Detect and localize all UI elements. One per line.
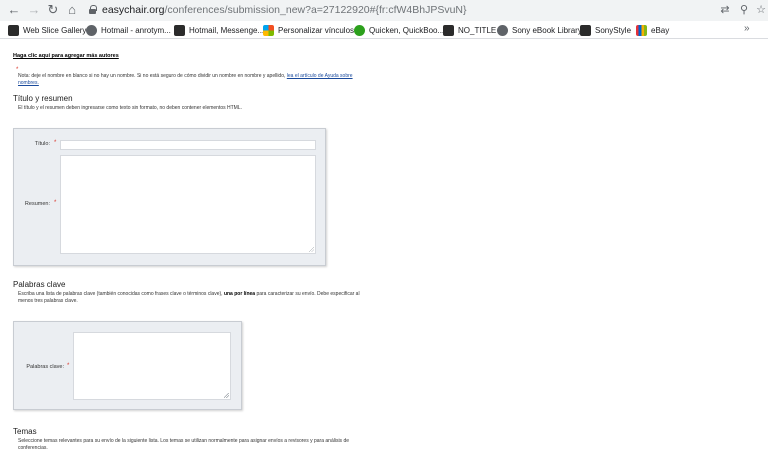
- add-more-authors-link[interactable]: Haga clic aquí para agregar más autores: [13, 53, 119, 59]
- lock-icon: [89, 5, 97, 14]
- more-bookmarks-icon[interactable]: »: [744, 23, 750, 34]
- bookmark-star-icon[interactable]: ☆: [754, 3, 768, 17]
- bookmark-label: eBay: [651, 25, 670, 35]
- resize-grip-icon[interactable]: [224, 393, 229, 398]
- translate-icon[interactable]: ⇄: [718, 3, 732, 17]
- ebay-icon: [636, 24, 647, 36]
- microsoft-icon: [263, 24, 274, 36]
- url-path: /conferences/submission_new?a=27122920#{…: [164, 4, 467, 16]
- note-text: Nota: deje el nombre en blanco si no hay…: [18, 73, 287, 79]
- forward-arrow-icon[interactable]: →: [26, 2, 42, 18]
- home-icon[interactable]: ⌂: [64, 2, 80, 18]
- title-label: Título:: [34, 141, 50, 147]
- bookmark-label: Hotmail, Messenge...: [189, 25, 265, 35]
- bookmark-label: Web Slice Gallery: [23, 25, 87, 35]
- bookmark-sonystyle[interactable]: SonyStyle: [580, 23, 631, 37]
- keywords-form: Palabras clave: *: [13, 321, 242, 410]
- abstract-required-mark: *: [54, 200, 57, 206]
- keywords-description: Escriba una lista de palabras clave (tam…: [18, 291, 368, 305]
- sony-icon: [580, 24, 591, 36]
- bookmark-label: NO_TITLE: [458, 25, 497, 35]
- bookmark-label: Personalizar vínculos: [278, 25, 355, 35]
- title-input[interactable]: [60, 140, 316, 150]
- bookmark-sony-ebook-library[interactable]: Sony eBook Library: [497, 23, 582, 37]
- keywords-required-mark: *: [67, 363, 70, 369]
- topics-heading: Temas: [13, 427, 37, 436]
- title-required-mark: *: [54, 140, 57, 146]
- title-abstract-heading: Título y resumen: [13, 94, 73, 103]
- bookmark-personalizar-vinculos[interactable]: Personalizar vínculos: [263, 23, 354, 37]
- title-abstract-form: Título: * Resumen: *: [13, 128, 326, 266]
- globe-icon: [86, 24, 97, 36]
- reload-icon[interactable]: ↻: [45, 2, 61, 18]
- bookmark-quicken[interactable]: Quicken, QuickBoo...: [354, 23, 444, 37]
- bookmark-ebay[interactable]: eBay: [636, 23, 669, 37]
- bookmark-no-title[interactable]: NO_TITLE: [443, 23, 496, 37]
- title-abstract-description: El título y el resumen deben ingresarse …: [18, 105, 243, 111]
- globe-icon: [497, 24, 508, 36]
- bookmark-label: Hotmail - anrotym...: [101, 25, 171, 35]
- submission-page: Haga clic aquí para agregar más autores …: [0, 40, 768, 466]
- keywords-textarea[interactable]: [73, 332, 231, 400]
- author-name-note: Nota: deje el nombre en blanco si no hay…: [18, 73, 368, 87]
- zoom-icon[interactable]: ⚲: [737, 3, 751, 17]
- keywords-label: Palabras clave:: [26, 364, 64, 370]
- bookmark-label: Quicken, QuickBoo...: [369, 25, 445, 35]
- keywords-heading: Palabras clave: [13, 280, 66, 289]
- bookmark-web-slice-gallery[interactable]: Web Slice Gallery: [8, 23, 86, 37]
- abstract-label: Resumen:: [24, 201, 50, 207]
- back-arrow-icon[interactable]: ←: [6, 2, 22, 18]
- bookmark-label: SonyStyle: [595, 25, 632, 35]
- quickbooks-icon: [354, 24, 365, 36]
- bookmark-label: Sony eBook Library: [512, 25, 582, 35]
- abstract-textarea[interactable]: [60, 155, 316, 254]
- web-slice-icon: [8, 24, 19, 36]
- topics-description: Seleccione temas relevantes para su enví…: [18, 438, 350, 451]
- hotmail-icon: [174, 24, 185, 36]
- bookmark-hotmail-messenger[interactable]: Hotmail, Messenge...: [174, 23, 264, 37]
- browser-toolbar: ← → ↻ ⌂ easychair.org/conferences/submis…: [0, 0, 768, 21]
- bookmarks-bar: Web Slice Gallery Hotmail - anrotym... H…: [0, 21, 768, 39]
- bookmark-hotmail-anrotym[interactable]: Hotmail - anrotym...: [86, 23, 171, 37]
- page-icon: [443, 24, 454, 36]
- url-host: easychair.org: [102, 4, 165, 16]
- keywords-description-bold: una por línea: [223, 291, 256, 297]
- url-text[interactable]: easychair.org/conferences/submission_new…: [102, 3, 467, 17]
- resize-grip-icon[interactable]: [309, 247, 314, 252]
- keywords-description-start: Escriba una lista de palabras clave (tam…: [18, 291, 224, 297]
